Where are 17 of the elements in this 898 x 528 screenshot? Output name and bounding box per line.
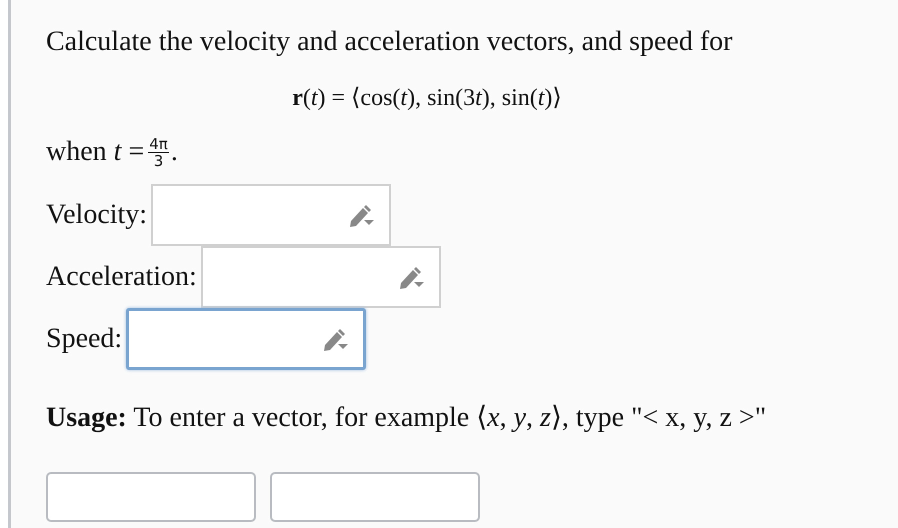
condition-text: when t = bbox=[46, 136, 144, 168]
pencil-icon bbox=[321, 327, 350, 351]
answer-field[interactable] bbox=[126, 308, 366, 370]
action-button[interactable] bbox=[46, 472, 256, 522]
field-label: Speed: bbox=[46, 323, 122, 355]
usage-text: Usage: To enter a vector, for example ⟨x, y, z⟩, type "< x, y, z >" bbox=[46, 402, 766, 433]
fraction-denominator: 3 bbox=[154, 152, 164, 168]
field-label: Acceleration: bbox=[46, 261, 197, 293]
question-text: Calculate the velocity and acceleration vectors, and speed for bbox=[46, 25, 734, 59]
period: . bbox=[170, 136, 178, 168]
fraction-numerator: 4π bbox=[148, 136, 169, 152]
answer-field[interactable] bbox=[151, 184, 392, 246]
answer-field[interactable] bbox=[200, 246, 441, 308]
formula: r(t) = ⟨cos(t), sin(3t), sin(t)⟩ bbox=[292, 85, 562, 111]
pencil-icon bbox=[347, 203, 376, 227]
action-button[interactable] bbox=[270, 472, 480, 522]
field-label: Velocity: bbox=[46, 199, 148, 231]
